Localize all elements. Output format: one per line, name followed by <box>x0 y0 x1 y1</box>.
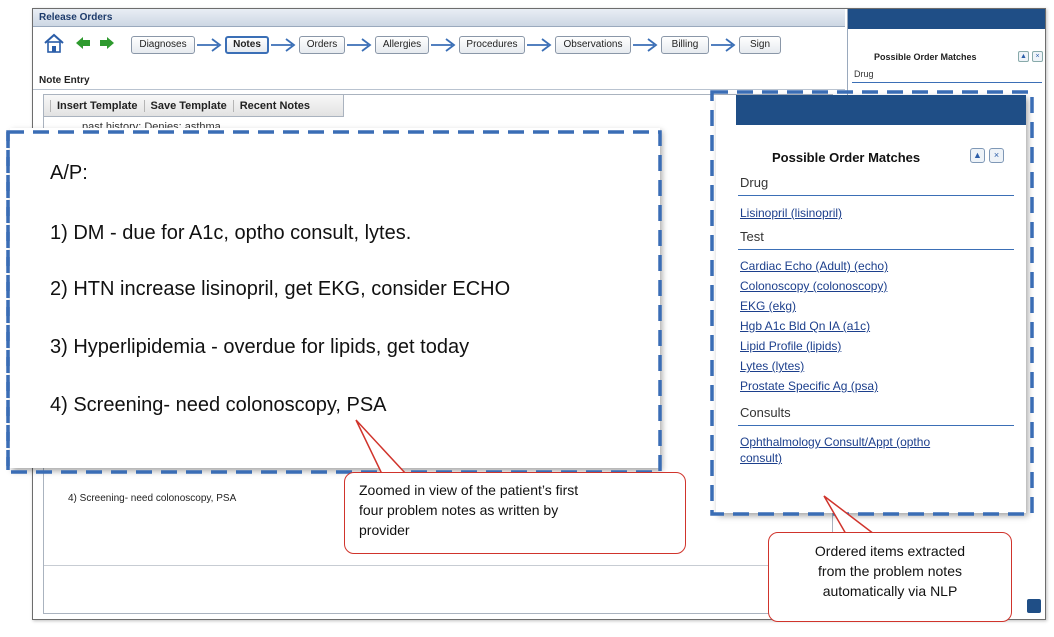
divider <box>44 565 832 566</box>
panel-header <box>736 95 1026 125</box>
section-label: Drug <box>854 69 874 79</box>
order-link[interactable]: Hgb A1c Bld Qn IA (a1c) <box>740 319 870 333</box>
step-arrow-icon <box>431 38 456 52</box>
callout-line: Ordered items extracted <box>814 543 966 559</box>
step-billing[interactable]: Billing <box>661 36 709 54</box>
problem-note-3: 3) Hyperlipidemia - overdue for lipids, … <box>50 336 470 358</box>
divider <box>738 425 1014 426</box>
step-arrow-icon <box>271 38 296 52</box>
section-drug: Drug <box>740 175 769 190</box>
step-arrow-icon <box>197 38 222 52</box>
callout-line: Zoomed in view of the patient’s first <box>359 482 579 498</box>
collapse-icon[interactable]: ▲ <box>970 148 985 163</box>
divider <box>33 89 845 90</box>
callout-tail <box>355 419 408 475</box>
zoomed-order-matches: Possible Order Matches ▲ × Drug Lisinopr… <box>716 95 1026 513</box>
step-observations[interactable]: Observations <box>555 36 631 54</box>
insert-template-button[interactable]: Insert Template <box>50 99 144 112</box>
order-link[interactable]: Cardiac Echo (Adult) (echo) <box>740 259 888 273</box>
callout-zoomed-notes: Zoomed in view of the patient’s first fo… <box>344 472 686 554</box>
callout-line: provider <box>359 522 410 538</box>
callout-line: automatically via NLP <box>822 583 958 599</box>
divider <box>738 195 1014 196</box>
problem-note-2: 2) HTN increase lisinopril, get EKG, con… <box>50 278 511 300</box>
forward-arrow-icon[interactable] <box>99 35 115 51</box>
back-arrow-icon[interactable] <box>75 35 91 51</box>
panel-title: Possible Order Matches <box>874 52 977 62</box>
callout-line: four problem notes as written by <box>359 502 559 518</box>
problem-note-4: 4) Screening- need colonoscopy, PSA <box>50 394 387 416</box>
save-template-button[interactable]: Save Template <box>143 99 233 112</box>
panel-title: Possible Order Matches <box>772 150 921 165</box>
step-notes[interactable]: Notes <box>225 36 269 54</box>
step-procedures[interactable]: Procedures <box>459 36 525 54</box>
panel-corner-button[interactable] <box>1027 599 1041 613</box>
workflow-bar: Diagnoses Notes Orders Allergies Procedu… <box>33 27 845 86</box>
order-link[interactable]: Colonoscopy (colonoscopy) <box>740 279 887 293</box>
window-title: Release Orders <box>33 9 845 27</box>
order-link[interactable]: Lipid Profile (lipids) <box>740 339 841 353</box>
order-link[interactable]: consult) <box>740 451 782 465</box>
note-heading: A/P: <box>50 162 88 184</box>
callout-nlp-orders: Ordered items extracted from the problem… <box>768 532 1012 622</box>
note-text-line: 4) Screening- need colonoscopy, PSA <box>68 493 237 504</box>
note-entry-label: Note Entry <box>39 75 90 86</box>
zoomed-problem-notes: A/P: 1) DM - due for A1c, optho consult,… <box>10 128 660 468</box>
step-arrow-icon <box>633 38 658 52</box>
home-icon[interactable] <box>43 32 65 54</box>
order-link[interactable]: Ophthalmology Consult/Appt (optho <box>740 435 930 449</box>
close-icon[interactable]: × <box>989 148 1004 163</box>
step-diagnoses[interactable]: Diagnoses <box>131 36 195 54</box>
order-link[interactable]: Lytes (lytes) <box>740 359 804 373</box>
section-test: Test <box>740 229 764 244</box>
step-allergies[interactable]: Allergies <box>375 36 429 54</box>
divider <box>738 249 1014 250</box>
recent-notes-button[interactable]: Recent Notes <box>232 99 316 112</box>
panel-header <box>848 9 1045 29</box>
divider <box>852 82 1042 83</box>
step-orders[interactable]: Orders <box>299 36 345 54</box>
step-arrow-icon <box>527 38 552 52</box>
section-consults: Consults <box>740 405 791 420</box>
problem-note-1: 1) DM - due for A1c, optho consult, lyte… <box>50 222 412 244</box>
order-link[interactable]: EKG (ekg) <box>740 299 796 313</box>
step-sign[interactable]: Sign <box>739 36 781 54</box>
editor-toolbar: Insert Template Save Template Recent Not… <box>44 95 344 117</box>
order-link[interactable]: Prostate Specific Ag (psa) <box>740 379 878 393</box>
close-icon[interactable]: × <box>1032 51 1043 62</box>
callout-line: from the problem notes <box>818 563 962 579</box>
step-arrow-icon <box>711 38 736 52</box>
step-arrow-icon <box>347 38 372 52</box>
collapse-icon[interactable]: ▲ <box>1018 51 1029 62</box>
order-link[interactable]: Lisinopril (lisinopril) <box>740 206 842 220</box>
